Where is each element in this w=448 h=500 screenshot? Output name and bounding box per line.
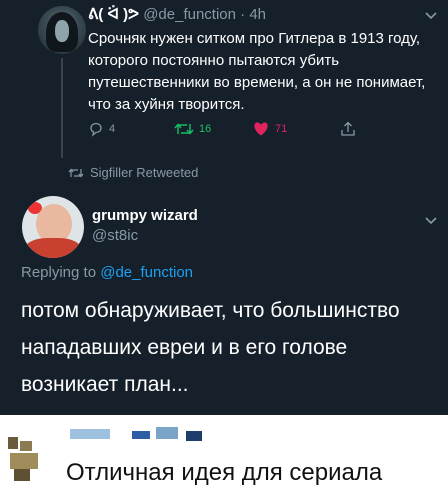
like-count: 71 (275, 123, 288, 135)
meme-strip (70, 427, 202, 441)
reply-header: grumpy wizard @st8ic (92, 207, 198, 244)
avatar[interactable] (22, 196, 84, 258)
separator-dot: · (240, 6, 246, 23)
author-name[interactable]: ᕕ( ᐛ )ᕗ (88, 6, 139, 23)
author-name[interactable]: grumpy wizard (92, 207, 198, 224)
retweet-banner-label[interactable]: Sigfiller Retweeted (90, 165, 198, 180)
reply-icon (90, 122, 102, 137)
retweet-banner: Sigfiller Retweeted (68, 165, 198, 180)
avatar[interactable] (38, 6, 86, 54)
retweet-button[interactable]: 16 (174, 121, 211, 137)
retweet-icon (174, 123, 194, 135)
share-button[interactable] (340, 121, 356, 137)
chevron-down-icon[interactable] (424, 214, 438, 228)
meme-thumbnail (8, 437, 38, 481)
avatar-shirt (24, 238, 82, 258)
tweet-header: ᕕ( ᐛ )ᕗ @de_function · 4h (88, 5, 266, 23)
chevron-down-icon[interactable] (424, 9, 438, 23)
original-tweet[interactable]: ᕕ( ᐛ )ᕗ @de_function · 4h Срочняк нужен … (0, 0, 448, 160)
reply-button[interactable]: 4 (88, 121, 115, 137)
retweet-count: 16 (199, 123, 212, 135)
replying-to-prefix: Replying to (21, 264, 97, 281)
replying-to: Replying to @de_function (21, 264, 193, 281)
author-handle[interactable]: @de_function (143, 6, 236, 23)
reply-text: потом обнаруживает, что большинство напа… (21, 299, 400, 396)
like-icon (254, 122, 268, 136)
retweet-small-icon (68, 168, 84, 177)
share-icon (341, 121, 355, 136)
author-handle[interactable]: @st8ic (92, 227, 198, 244)
tweet-text: Срочняк нужен ситком про Гитлера в 1913 … (88, 30, 426, 113)
like-button[interactable]: 71 (252, 121, 287, 137)
replying-to-mention[interactable]: @de_function (100, 264, 193, 281)
reply-count: 4 (109, 123, 116, 135)
thread-line (61, 58, 63, 158)
avatar-face (55, 20, 69, 42)
caption-text: Отличная идея для сериала (66, 459, 383, 486)
tweet-time[interactable]: 4h (249, 6, 266, 23)
tweet-actions: 4 16 71 (88, 121, 358, 141)
caption-panel: Отличная идея для сериала (0, 415, 448, 500)
